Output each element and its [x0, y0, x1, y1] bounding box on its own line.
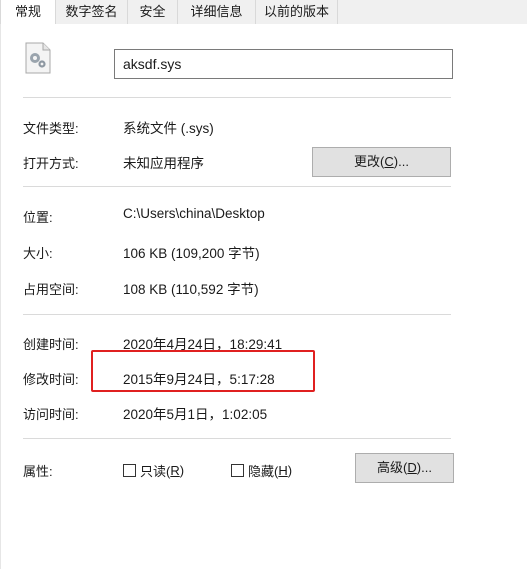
hidden-checkbox[interactable]: 隐藏(H)	[231, 461, 292, 480]
file-name-input[interactable]	[114, 49, 453, 79]
opens-with-label: 打开方式:	[23, 156, 79, 171]
tab-details[interactable]: 详细信息	[178, 0, 256, 24]
hidden-suffix: )	[287, 463, 293, 478]
separator	[23, 314, 451, 315]
tab-general[interactable]: 常规	[0, 0, 56, 24]
tab-security[interactable]: 安全	[128, 0, 178, 24]
modified-label: 修改时间:	[23, 372, 79, 387]
readonly-checkbox[interactable]: 只读(R)	[123, 461, 184, 480]
file-type-label: 文件类型:	[23, 121, 79, 136]
readonly-accesskey: R	[170, 463, 180, 478]
readonly-suffix: )	[179, 463, 185, 478]
readonly-checkbox-box[interactable]	[123, 464, 136, 477]
file-type-value: 系统文件 (.sys)	[123, 121, 214, 136]
change-button[interactable]: 更改(C)...	[312, 147, 451, 177]
change-button-suffix: )...	[393, 154, 409, 169]
separator	[23, 186, 451, 187]
separator	[23, 97, 451, 98]
general-panel	[0, 24, 527, 569]
tab-bar: 常规 数字签名 安全 详细信息 以前的版本	[0, 0, 527, 25]
modified-highlight-box	[91, 350, 315, 392]
size-value: 106 KB (109,200 字节)	[123, 246, 260, 261]
change-button-accesskey: C	[384, 154, 394, 169]
readonly-checkbox-label: 只读(	[140, 464, 171, 479]
separator	[23, 438, 451, 439]
tab-digital-signatures[interactable]: 数字签名	[56, 0, 128, 24]
size-label: 大小:	[23, 246, 53, 261]
advanced-button-suffix: )...	[416, 460, 432, 475]
advanced-button-label: 高级(	[377, 460, 408, 475]
system-file-gear-icon	[25, 42, 51, 74]
location-label: 位置:	[23, 210, 53, 225]
accessed-label: 访问时间:	[23, 407, 79, 422]
advanced-button[interactable]: 高级(D)...	[355, 453, 454, 483]
advanced-button-accesskey: D	[407, 460, 417, 475]
hidden-checkbox-box[interactable]	[231, 464, 244, 477]
accessed-value: 2020年5月1日，1:02:05	[123, 407, 268, 422]
location-value: C:\Users\china\Desktop	[123, 206, 265, 221]
tab-previous-versions[interactable]: 以前的版本	[256, 0, 338, 24]
hidden-checkbox-label: 隐藏(	[248, 464, 279, 479]
size-on-disk-value: 108 KB (110,592 字节)	[123, 282, 259, 297]
size-on-disk-label: 占用空间:	[23, 282, 79, 297]
attributes-label: 属性:	[23, 464, 53, 479]
created-label: 创建时间:	[23, 337, 79, 352]
change-button-label: 更改(	[354, 154, 385, 169]
hidden-accesskey: H	[278, 463, 288, 478]
opens-with-value: 未知应用程序	[123, 156, 204, 171]
